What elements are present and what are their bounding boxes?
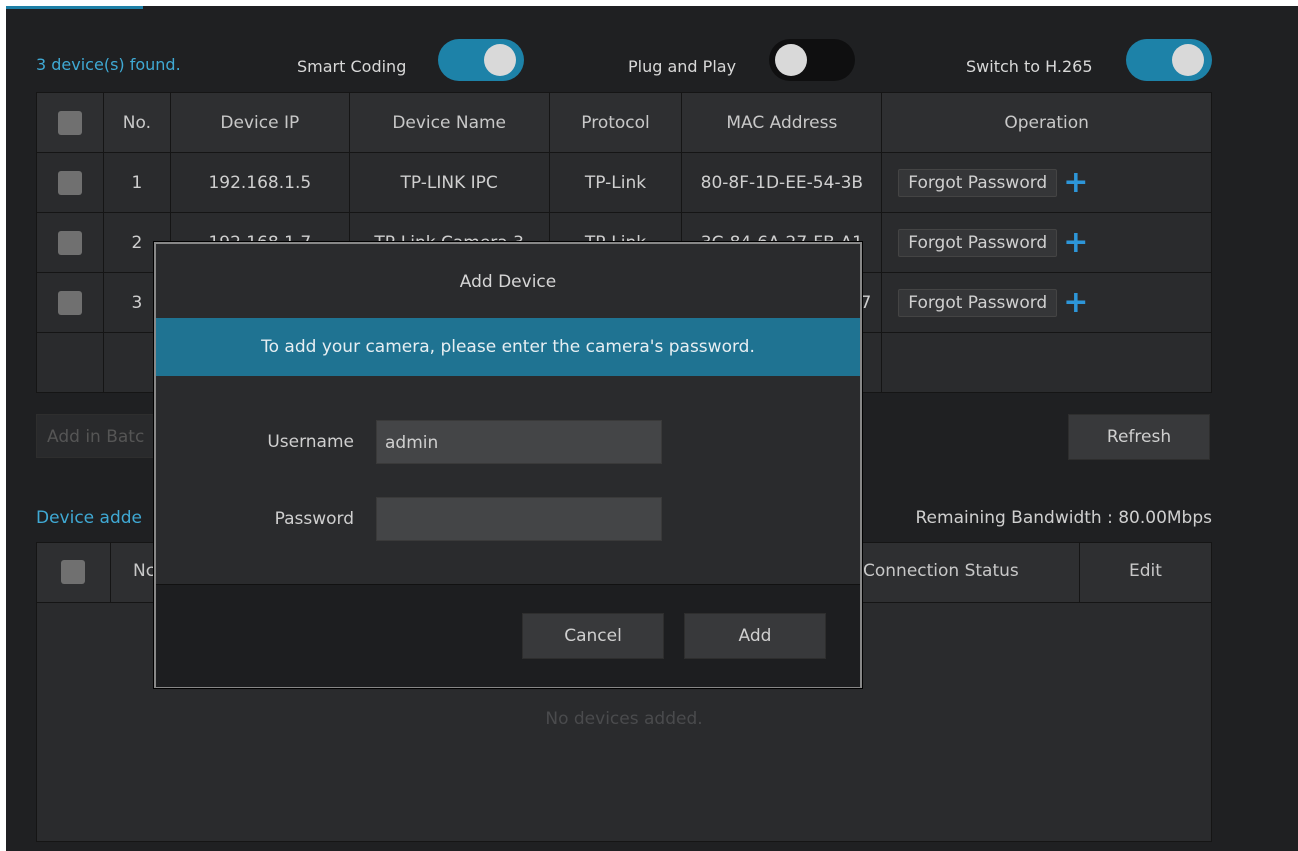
column-header-protocol: Protocol: [548, 92, 683, 153]
no-devices-added-text: No devices added.: [545, 709, 703, 729]
remaining-bandwidth: Remaining Bandwidth : 80.00Mbps: [915, 508, 1213, 528]
added-column-header-no: Nc: [133, 561, 156, 581]
row-mac-address: 80-8F-1D-EE-54-3B: [681, 152, 883, 213]
add-button[interactable]: Add: [684, 613, 826, 659]
dialog-title: Add Device: [459, 272, 557, 292]
column-header-no: No.: [102, 92, 171, 153]
row-checkbox[interactable]: [57, 230, 82, 255]
forgot-password-button[interactable]: Forgot Password: [898, 288, 1058, 317]
row-device-name: TP-LINK IPC: [348, 152, 550, 213]
toggle-knob: [484, 44, 516, 76]
added-select-all-checkbox[interactable]: [61, 560, 85, 584]
device-search-screen: 3 device(s) found. Smart Coding Plug and…: [6, 6, 1298, 851]
cancel-button[interactable]: Cancel: [522, 613, 664, 659]
added-column-header-edit: Edit: [1129, 561, 1162, 581]
column-header-mac-address: MAC Address: [681, 92, 883, 153]
add-device-dialog: Add Device To add your camera, please en…: [154, 242, 862, 688]
username-label: Username: [267, 432, 354, 452]
refresh-button[interactable]: Refresh: [1068, 414, 1210, 460]
plug-and-play-toggle[interactable]: [769, 39, 855, 81]
add-plus-icon[interactable]: +: [1063, 167, 1088, 198]
active-tab-indicator: [6, 6, 143, 9]
smart-coding-label: Smart Coding: [297, 57, 407, 76]
row-device-ip: 192.168.1.5: [169, 152, 350, 213]
dialog-footer: Cancel Add: [156, 584, 860, 687]
toggle-knob: [775, 44, 807, 76]
row-checkbox[interactable]: [57, 170, 82, 195]
switch-h265-label: Switch to H.265: [966, 57, 1093, 76]
column-header-device-ip: Device IP: [169, 92, 350, 153]
password-input[interactable]: [376, 497, 662, 541]
dialog-instruction-banner: To add your camera, please enter the cam…: [156, 318, 860, 376]
column-header-operation: Operation: [881, 92, 1212, 153]
forgot-password-button[interactable]: Forgot Password: [898, 228, 1058, 257]
password-label: Password: [274, 509, 354, 529]
table-row: 1 192.168.1.5 TP-LINK IPC TP-Link 80-8F-…: [36, 152, 1212, 213]
switch-h265-toggle[interactable]: [1126, 39, 1212, 81]
row-protocol: TP-Link: [548, 152, 683, 213]
added-column-header-connection-status: Connection Status: [863, 561, 1019, 581]
plug-and-play-label: Plug and Play: [628, 57, 737, 76]
add-plus-icon[interactable]: +: [1063, 227, 1088, 258]
added-select-all-cell: [37, 543, 111, 602]
add-plus-icon[interactable]: +: [1063, 287, 1088, 318]
device-added-title: Device adde: [36, 508, 143, 528]
select-all-cell[interactable]: [36, 92, 104, 153]
row-operation: Forgot Password +: [881, 152, 1212, 213]
row-operation: Forgot Password +: [881, 272, 1212, 333]
toggle-knob: [1172, 44, 1204, 76]
table-header-row: No. Device IP Device Name Protocol MAC A…: [36, 92, 1212, 153]
username-input[interactable]: admin: [376, 420, 662, 464]
devices-found-count: 3 device(s) found.: [36, 55, 181, 74]
column-divider: [1079, 543, 1080, 602]
row-operation: Forgot Password +: [881, 212, 1212, 273]
column-header-device-name: Device Name: [348, 92, 550, 153]
select-all-checkbox[interactable]: [57, 110, 82, 135]
forgot-password-button[interactable]: Forgot Password: [898, 168, 1058, 197]
row-checkbox[interactable]: [57, 290, 82, 315]
row-no: 1: [102, 152, 171, 213]
smart-coding-toggle[interactable]: [438, 39, 524, 81]
